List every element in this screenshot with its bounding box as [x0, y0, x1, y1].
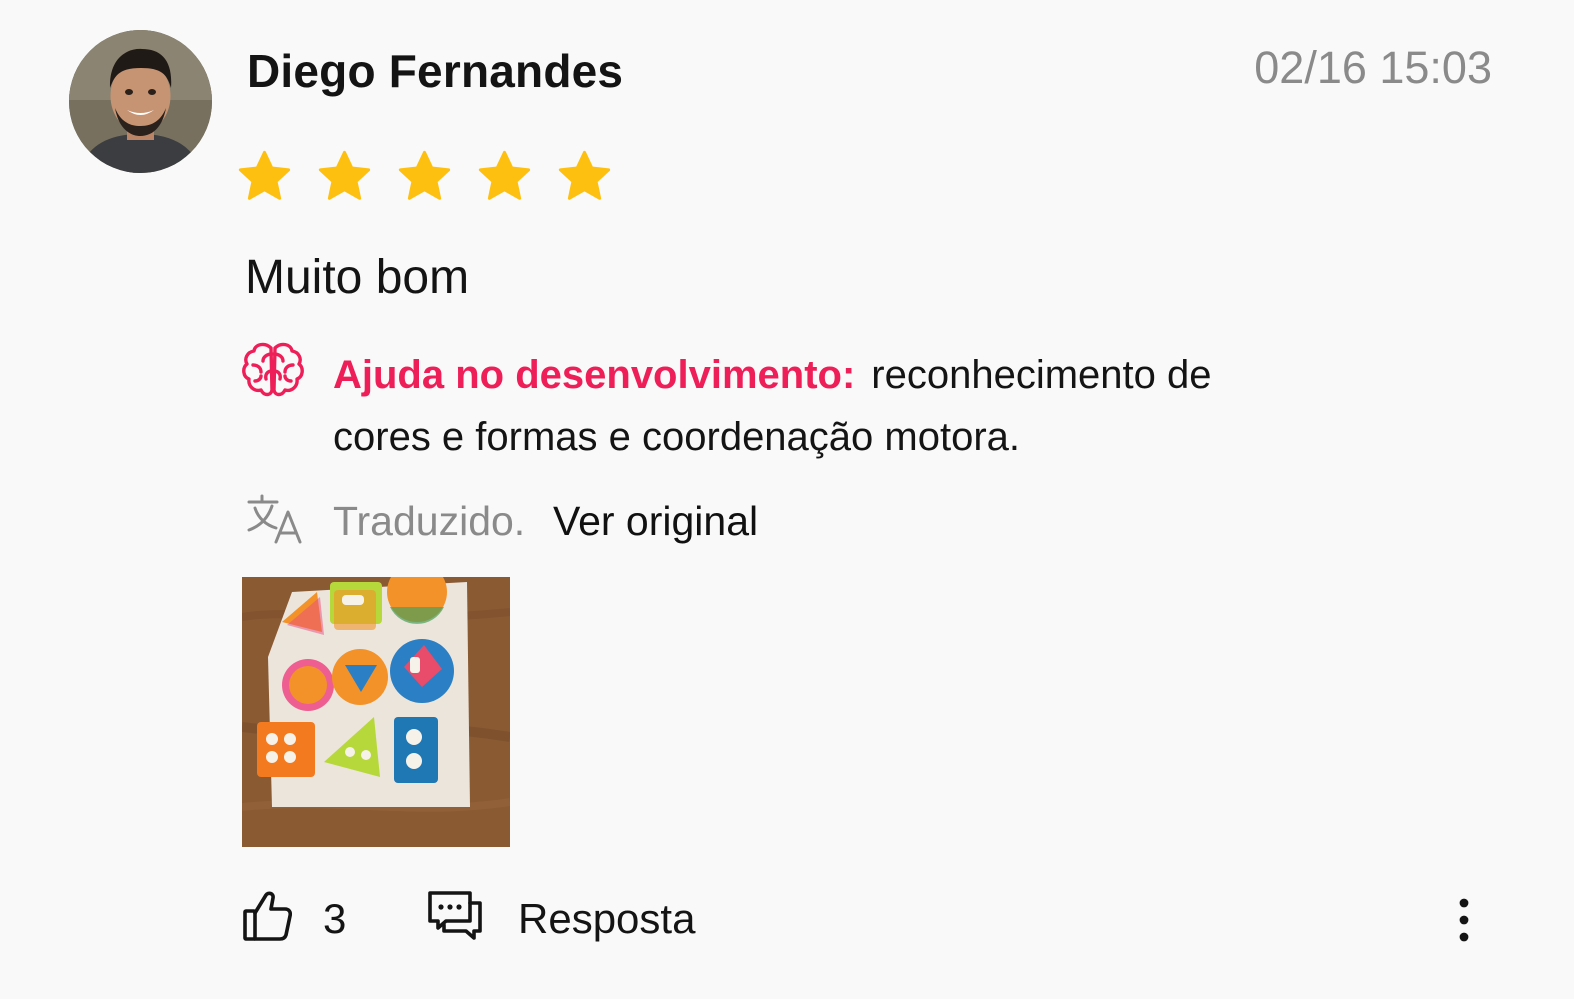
- star-icon: [558, 150, 611, 200]
- brain-icon: [242, 342, 304, 397]
- star-rating: [236, 148, 613, 205]
- review-card: Diego Fernandes 02/16 15:03 Muito bom Aj…: [0, 0, 1574, 999]
- review-photo[interactable]: [242, 577, 510, 847]
- thumbs-up-icon: [243, 891, 292, 941]
- author-name[interactable]: Diego Fernandes: [247, 44, 623, 98]
- translate-icon: [247, 494, 302, 544]
- see-original-link[interactable]: Ver original: [553, 498, 758, 545]
- review-actions: 3 Resposta: [240, 885, 1500, 955]
- review-photo-image: [242, 577, 510, 847]
- translated-status: Traduzido.: [333, 498, 526, 544]
- star-icon: [238, 150, 291, 200]
- more-options-button[interactable]: [1444, 889, 1484, 947]
- reply-button[interactable]: Resposta: [426, 885, 706, 949]
- like-count: 3: [323, 895, 347, 942]
- reply-label: Resposta: [518, 895, 696, 942]
- avatar[interactable]: [69, 30, 212, 173]
- like-button[interactable]: 3: [240, 885, 360, 949]
- review-timestamp: 02/16 15:03: [1254, 42, 1492, 93]
- chat-bubbles-icon: [428, 891, 482, 940]
- more-vertical-icon: [1459, 898, 1469, 942]
- star-icon: [398, 150, 451, 200]
- star-icon: [478, 150, 531, 200]
- star-icon: [318, 150, 371, 200]
- review-title: Muito bom: [245, 251, 470, 304]
- highlight-label: Ajuda no desenvolvimento:: [333, 353, 856, 397]
- avatar-image: [69, 30, 212, 173]
